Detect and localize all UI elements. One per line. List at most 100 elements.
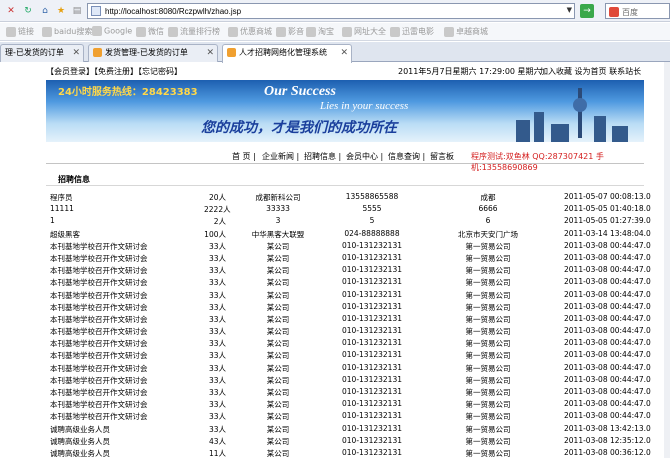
contact-admin-link[interactable]: 联系站长 xyxy=(609,67,641,76)
company: 某公司 xyxy=(266,339,290,349)
job-title[interactable]: 程序员 xyxy=(50,192,73,203)
table-row[interactable]: 本刊基地学校召开作文研讨会 33人 某公司 010-131232131 第一贸易公司 20… xyxy=(50,374,670,386)
fav-item[interactable]: 淘宝 xyxy=(306,26,334,37)
search-engine-icon xyxy=(609,7,619,17)
job-title[interactable]: 本刊基地学校召开作文研讨会 xyxy=(50,302,148,313)
login-link[interactable]: 【会员登录】 xyxy=(46,67,94,76)
menu-item-home[interactable]: 首 页 | xyxy=(232,151,256,162)
page-icon xyxy=(91,6,101,16)
job-title[interactable]: 本刊基地学校召开作文研讨会 xyxy=(50,350,148,361)
refresh-icon[interactable]: ↻ xyxy=(21,4,35,18)
forgot-password-link[interactable]: 【忘记密码】 xyxy=(138,67,182,76)
job-title[interactable]: 本刊基地学校召开作文研讨会 xyxy=(50,387,148,398)
table-row[interactable]: 本刊基地学校召开作文研讨会 33人 某公司 010-131232131 第一贸易公司 20… xyxy=(50,276,670,288)
fav-item[interactable]: 卓越商城 xyxy=(444,26,488,37)
posted-time: 2011-03-08 00:44:47.0 xyxy=(564,350,651,360)
job-title[interactable]: 1 xyxy=(50,216,55,225)
fav-item[interactable]: 迅雷电影 xyxy=(390,26,434,37)
set-homepage-link[interactable]: 设为首页 xyxy=(575,67,607,76)
fav-item[interactable]: 优惠商城 xyxy=(228,26,272,37)
fav-item[interactable]: 链接 xyxy=(6,26,34,37)
tab-orders-short[interactable]: 理-已发货的订单 ✕ xyxy=(0,44,84,62)
table-row[interactable]: 本刊基地学校召开作文研讨会 33人 某公司 010-131232131 第一贸易公司 20… xyxy=(50,325,670,337)
menu-item-news[interactable]: 企业新闻 | xyxy=(262,151,299,162)
menu-item-jobs[interactable]: 招聘信息 | xyxy=(304,151,341,162)
job-title[interactable]: 本刊基地学校召开作文研讨会 xyxy=(50,277,148,288)
job-title[interactable]: 本刊基地学校召开作文研讨会 xyxy=(50,253,148,264)
job-title[interactable]: 本刊基地学校召开作文研讨会 xyxy=(50,338,148,349)
fav-item[interactable]: Google xyxy=(92,26,132,36)
table-row[interactable]: 本刊基地学校召开作文研讨会 33人 某公司 010-131232131 第一贸易公司 20… xyxy=(50,252,670,264)
table-row[interactable]: 超级黑客 100人 中华黑客大联盟 024-88888888 北京市天安门广场 2011-… xyxy=(50,228,670,240)
job-title[interactable]: 本刊基地学校召开作文研讨会 xyxy=(50,290,148,301)
table-row[interactable]: 本刊基地学校召开作文研讨会 33人 某公司 010-131232131 第一贸易公司 20… xyxy=(50,301,670,313)
posted-time: 2011-03-08 00:44:47.0 xyxy=(564,362,651,372)
job-title[interactable]: 本刊基地学校召开作文研讨会 xyxy=(50,375,148,386)
home-icon[interactable]: ⌂ xyxy=(38,4,52,18)
company: 某公司 xyxy=(266,278,290,288)
table-row[interactable]: 本刊基地学校召开作文研讨会 33人 某公司 010-131232131 第一贸易公司 20… xyxy=(50,289,670,301)
account-links: 【会员登录】【免费注册】【忘记密码】 xyxy=(46,66,182,77)
table-row[interactable]: 本刊基地学校召开作文研讨会 33人 某公司 010-131232131 第一贸易公司 20… xyxy=(50,410,670,422)
job-title[interactable]: 本刊基地学校召开作文研讨会 xyxy=(50,326,148,337)
headcount: 33人 xyxy=(208,327,226,337)
job-title[interactable]: 11111 xyxy=(50,204,74,213)
table-row[interactable]: 1 2人 3 5 6 2011-05-05 01:27:39.0 xyxy=(50,215,670,227)
table-row[interactable]: 本刊基地学校召开作文研讨会 33人 某公司 010-131232131 第一贸易公司 20… xyxy=(50,313,670,325)
location: 第一贸易公司 xyxy=(465,278,511,288)
table-row[interactable]: 本刊基地学校召开作文研讨会 33人 某公司 010-131232131 第一贸易公司 20… xyxy=(50,240,670,252)
stop-icon[interactable]: ✕ xyxy=(4,4,18,18)
table-row[interactable]: 本刊基地学校召开作文研讨会 33人 某公司 010-131232131 第一贸易公司 20… xyxy=(50,337,670,349)
chevron-down-icon[interactable]: ▼ xyxy=(567,6,572,14)
job-title[interactable]: 诚聘高级业务人员 xyxy=(50,448,110,459)
table-row[interactable]: 本刊基地学校召开作文研讨会 33人 某公司 010-131232131 第一贸易公司 20… xyxy=(50,349,670,361)
fav-item[interactable]: baidu搜索 xyxy=(42,26,92,37)
job-title[interactable]: 诚聘高级业务人员 xyxy=(50,424,110,435)
menu-item-guestbook[interactable]: 留言板 xyxy=(430,151,454,162)
table-row[interactable]: 诚聘高级业务人员 11人 某公司 010-131232131 第一贸易公司 2011-03… xyxy=(50,447,670,459)
table-row[interactable]: 诚聘高级业务人员 33人 某公司 010-131232131 第一贸易公司 2011-03… xyxy=(50,423,670,435)
menu-item-member[interactable]: 会员中心 | xyxy=(346,151,383,162)
job-title[interactable]: 超级黑客 xyxy=(50,229,80,240)
go-button[interactable]: → xyxy=(580,4,594,18)
job-title[interactable]: 本刊基地学校召开作文研讨会 xyxy=(50,411,148,422)
scrollbar[interactable] xyxy=(664,62,670,458)
close-icon[interactable]: ✕ xyxy=(206,45,214,61)
company: 某公司 xyxy=(266,290,290,300)
skyline-building xyxy=(551,124,569,142)
company: 某公司 xyxy=(266,363,290,373)
location: 第一贸易公司 xyxy=(465,241,511,251)
search-input[interactable]: 百度 xyxy=(605,3,670,19)
address-bar[interactable]: http://localhost:8080/Rczpwlh/zhao.jsp ▼ xyxy=(87,3,575,19)
job-title[interactable]: 诚聘高级业务人员 xyxy=(50,436,110,447)
register-link[interactable]: 【免费注册】 xyxy=(94,67,138,76)
table-row[interactable]: 本刊基地学校召开作文研讨会 33人 某公司 010-131232131 第一贸易公司 20… xyxy=(50,362,670,374)
tab-recruitment[interactable]: 人才招聘网络化管理系统 ✕ xyxy=(222,44,352,63)
job-title[interactable]: 本刊基地学校召开作文研讨会 xyxy=(50,241,148,252)
fav-item[interactable]: 流量排行榜 xyxy=(168,26,220,37)
job-title[interactable]: 本刊基地学校召开作文研讨会 xyxy=(50,363,148,374)
fav-item[interactable]: 影音 xyxy=(276,26,304,37)
table-row[interactable]: 诚聘高级业务人员 43人 某公司 010-131232131 第一贸易公司 2011-03… xyxy=(50,435,670,447)
table-row[interactable]: 程序员 20人 成都新科公司 13558865588 成都 2011-05-07 00:0… xyxy=(50,191,670,203)
fav-item[interactable]: 微信 xyxy=(136,26,164,37)
favorites-star-icon[interactable]: ★ xyxy=(54,4,68,18)
close-icon[interactable]: ✕ xyxy=(340,45,348,61)
table-row[interactable]: 本刊基地学校召开作文研讨会 33人 某公司 010-131232131 第一贸易公司 20… xyxy=(50,386,670,398)
table-row[interactable]: 11111 2222人 33333 5555 6666 2011-05-05 01:40:… xyxy=(50,203,670,215)
job-title[interactable]: 本刊基地学校召开作文研讨会 xyxy=(50,265,148,276)
fav-item[interactable]: 网址大全 xyxy=(342,26,386,37)
headcount: 2222人 xyxy=(204,205,231,215)
job-title[interactable]: 本刊基地学校召开作文研讨会 xyxy=(50,399,148,410)
headcount: 33人 xyxy=(208,241,226,251)
tab-shipping[interactable]: 发货管理-已发货的订单 ✕ xyxy=(88,44,218,62)
history-icon[interactable]: ▤ xyxy=(70,4,84,18)
job-title[interactable]: 本刊基地学校召开作文研讨会 xyxy=(50,314,148,325)
company: 某公司 xyxy=(266,314,290,324)
close-icon[interactable]: ✕ xyxy=(72,45,80,61)
add-favorite-link[interactable]: 加入收藏 xyxy=(540,67,572,76)
table-row[interactable]: 本刊基地学校召开作文研讨会 33人 某公司 010-131232131 第一贸易公司 20… xyxy=(50,264,670,276)
table-row[interactable]: 本刊基地学校召开作文研讨会 33人 某公司 010-131232131 第一贸易公司 20… xyxy=(50,398,670,410)
menu-item-search[interactable]: 信息查询 | xyxy=(388,151,425,162)
banner-slogan-en2: Lies in your success xyxy=(320,100,409,112)
